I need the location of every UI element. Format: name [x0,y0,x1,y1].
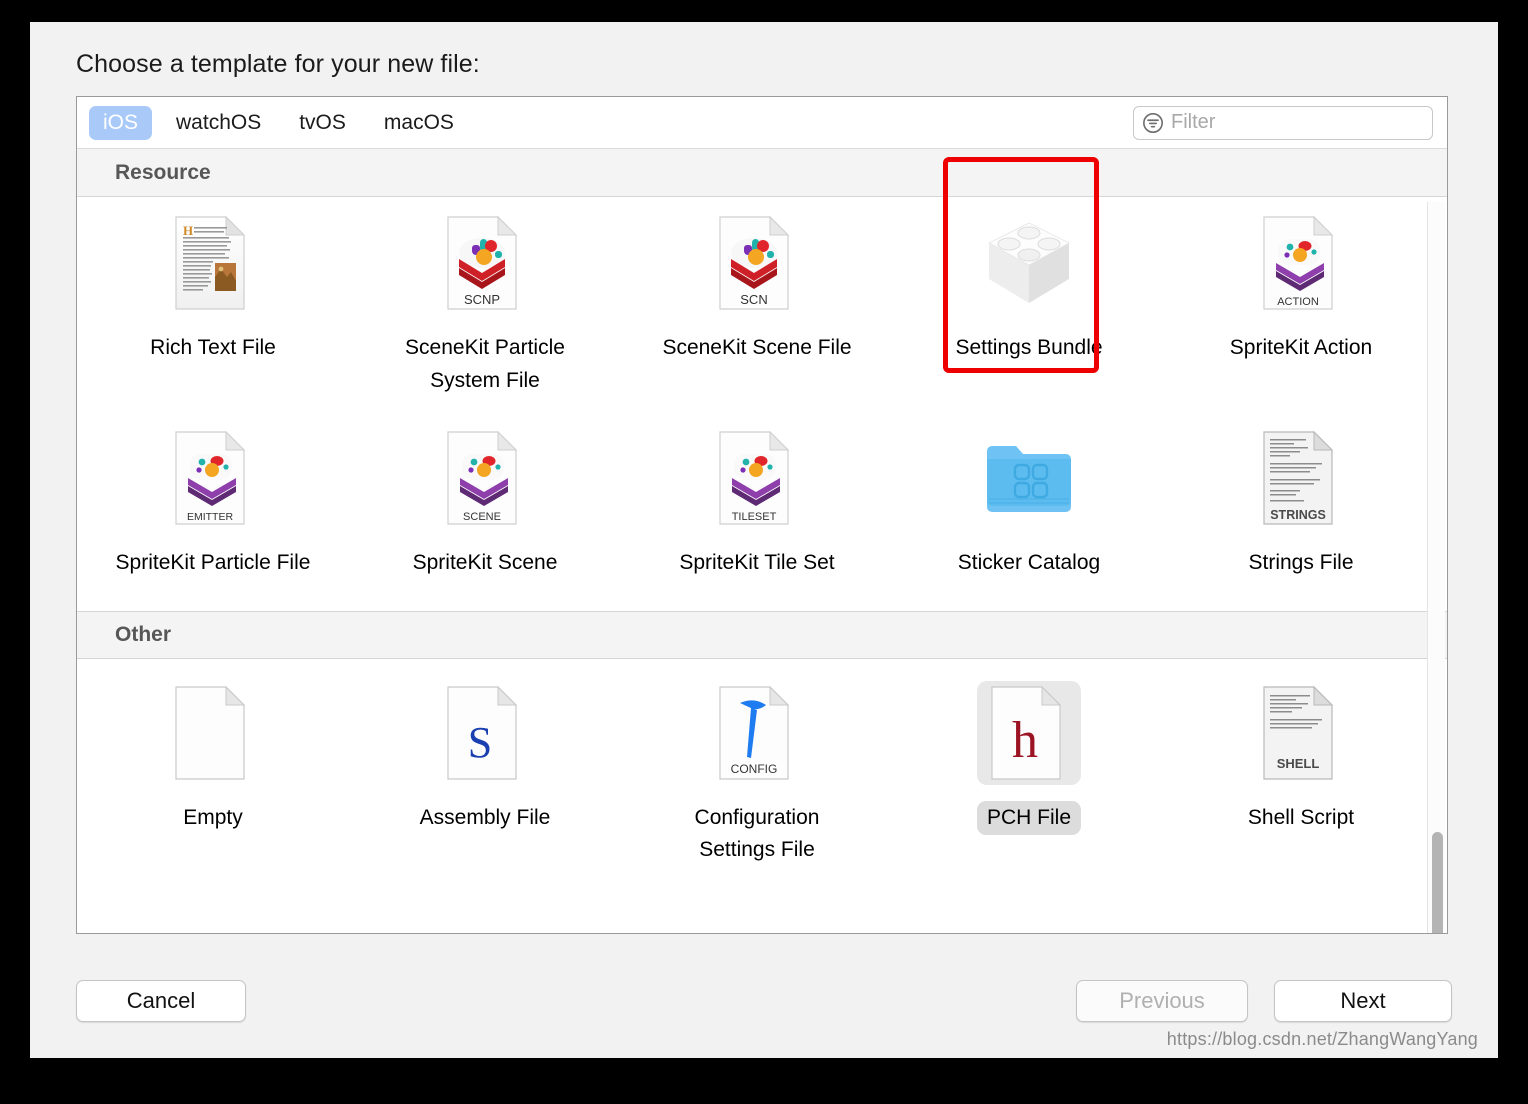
icon-container: EMITTER [161,426,265,530]
shell-script-icon: SHELL [1262,685,1340,781]
icon-container: TILESET [705,426,809,530]
template-item-settings-bundle[interactable]: Settings Bundle [893,211,1165,398]
watermark-url: https://blog.csdn.net/ZhangWangYang [1166,1029,1478,1049]
template-item-strings-file[interactable]: STRINGS Strings File [1165,426,1437,581]
pch-file-icon: h [990,685,1068,781]
template-item-sticker-catalog[interactable]: Sticker Catalog [893,426,1165,581]
template-label: Strings File [1248,551,1354,575]
spritekit-scene-icon: SCENE [446,430,524,526]
section-header-resource: Resource [77,149,1447,197]
strings-file-icon: STRINGS [1262,430,1340,526]
template-item-spritekit-action[interactable]: ACTION SpriteKit Action [1165,211,1437,398]
icon-container: H [161,211,265,315]
tab-tvos[interactable]: tvOS [285,106,360,140]
rich-text-file-icon: H [174,215,252,311]
icon-container: ACTION [1249,211,1353,315]
icon-container: SHELL [1249,681,1353,785]
template-label: SpriteKit Tile Set [679,551,835,575]
tab-ios[interactable]: iOS [89,105,153,140]
icon-container: CONFIG [705,681,809,785]
template-label: Sticker Catalog [957,551,1101,575]
settings-bundle-icon [981,217,1077,309]
svg-text:S: S [468,718,492,767]
template-label: Rich Text File [150,336,276,359]
template-item-assembly-file[interactable]: S Assembly File [349,681,621,868]
icon-badge: SHELL [1277,756,1320,771]
template-label: SpriteKit Action [1229,336,1373,359]
icon-container [161,681,265,785]
icon-container: STRINGS [1249,426,1353,530]
scenekit-particle-icon: SCNP [446,215,524,311]
page-title: Choose a template for your new file: [76,50,480,78]
template-label: Configuration Settings File [694,805,820,862]
icon-badge: TILESET [732,511,777,523]
template-item-spritekit-particle-file[interactable]: EMITTER SpriteKit Particle File [77,426,349,581]
tab-watchos[interactable]: watchOS [162,106,275,140]
new-file-template-dialog: Choose a template for your new file: iOS… [30,22,1498,1058]
template-row: EMITTER SpriteKit Particle File SCENE Sp… [77,402,1447,585]
template-item-pch-file[interactable]: h PCH File [893,680,1165,868]
template-label: Settings Bundle [955,336,1103,359]
svg-text:h: h [1012,712,1038,769]
icon-container [977,426,1081,530]
template-item-scenekit-scene-file[interactable]: SCN SceneKit Scene File [621,211,893,398]
icon-badge: STRINGS [1270,508,1326,522]
spritekit-action-icon: ACTION [1262,215,1340,311]
template-item-spritekit-scene[interactable]: SCENE SpriteKit Scene [349,426,621,581]
template-item-empty[interactable]: Empty [77,681,349,868]
icon-container: SCENE [433,426,537,530]
icon-container: h [977,680,1081,785]
cancel-button[interactable]: Cancel [76,980,246,1022]
template-item-spritekit-tile-set[interactable]: TILESET SpriteKit Tile Set [621,426,893,581]
search-input[interactable] [1171,111,1424,134]
template-item-rich-text-file[interactable]: H Rich Text File [77,211,349,398]
template-item-shell-script[interactable]: SHELL Shell Script [1165,681,1437,868]
svg-text:H: H [183,223,193,238]
empty-document-icon [174,685,252,781]
section-header-other: Other [77,610,1447,659]
template-label: PCH File [976,800,1081,836]
icon-badge: SCNP [464,292,500,307]
platform-tabbar: iOS watchOS tvOS macOS [77,97,1447,149]
template-row: Empty S Assembly File CONFIG Configurati… [77,659,1447,872]
previous-button[interactable]: Previous [1076,980,1248,1022]
spritekit-emitter-icon: EMITTER [174,430,252,526]
config-settings-icon: CONFIG [718,685,796,781]
icon-badge: SCENE [463,511,501,523]
icon-container: S [433,681,537,785]
icon-badge: CONFIG [731,762,778,776]
sticker-catalog-folder-icon [981,437,1077,519]
assembly-file-icon: S [446,685,524,781]
filter-icon [1142,112,1164,134]
icon-container: SCNP [433,211,537,315]
template-scroll-area: Resource H Rich Text File SCNP SceneKit … [77,149,1447,933]
icon-badge: ACTION [1277,296,1319,308]
template-label: SpriteKit Particle File [115,551,311,575]
next-button[interactable]: Next [1274,980,1452,1022]
template-browser-panel: iOS watchOS tvOS macOS Resource [76,96,1448,934]
template-item-scenekit-particle-system-file[interactable]: SCNP SceneKit Particle System File [349,211,621,398]
tab-macos[interactable]: macOS [370,106,468,140]
scrollbar-thumb[interactable] [1432,832,1443,933]
template-label: SceneKit Scene File [662,336,852,359]
template-label: SceneKit Particle System File [405,336,565,392]
spritekit-tileset-icon: TILESET [718,430,796,526]
icon-container: SCN [705,211,809,315]
template-row: H Rich Text File SCNP SceneKit Particle … [77,197,1447,402]
icon-badge: EMITTER [187,511,233,523]
icon-badge: SCN [740,292,767,307]
scenekit-scene-icon: SCN [718,215,796,311]
template-label: Shell Script [1247,805,1355,829]
filter-field[interactable] [1133,105,1433,140]
template-label: Assembly File [419,805,551,829]
template-label: Empty [183,805,243,829]
icon-container [977,211,1081,315]
template-label: SpriteKit Scene [412,551,558,575]
template-item-configuration-settings-file[interactable]: CONFIG Configuration Settings File [621,681,893,868]
vertical-scrollbar[interactable] [1427,202,1445,933]
